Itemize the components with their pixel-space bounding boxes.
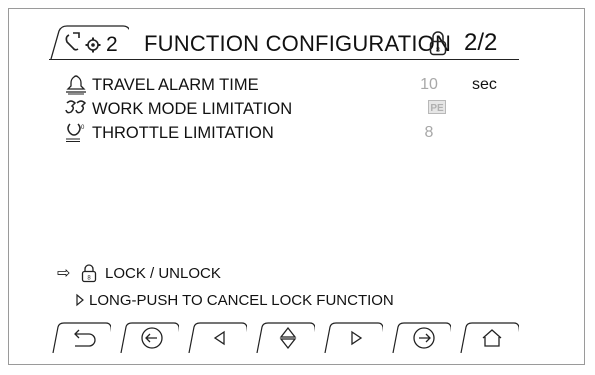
tab-number: 2 — [106, 33, 118, 56]
prev-page-button[interactable] — [119, 321, 179, 353]
travel-alarm-value: 10 — [420, 76, 438, 93]
travel-alarm-icon — [64, 73, 88, 95]
travel-alarm-label: TRAVEL ALARM TIME — [92, 76, 259, 94]
svg-text:8: 8 — [87, 276, 91, 282]
cancel-lock-hint: LONG-PUSH TO CANCEL LOCK FUNCTION — [75, 291, 535, 311]
display-screen: 2 FUNCTION CONFIGURATION 8 2/2 TRAVEL AL… — [8, 8, 585, 365]
cancel-lock-text: LONG-PUSH TO CANCEL LOCK FUNCTION — [89, 292, 394, 309]
home-button[interactable] — [459, 321, 519, 353]
triangle-right-small-icon — [75, 293, 85, 307]
work-mode-label: WORK MODE LIMITATION — [92, 100, 293, 118]
up-down-button[interactable] — [255, 321, 315, 353]
right-button[interactable] — [323, 321, 383, 353]
throttle-icon: 0 — [64, 121, 88, 143]
pe-mode-icon: PE — [428, 100, 446, 114]
travel-alarm-unit: sec — [472, 76, 497, 93]
page-title: FUNCTION CONFIGURATION — [144, 31, 452, 56]
svg-text:0: 0 — [81, 125, 85, 131]
arrow-right-icon: ⇨ — [57, 265, 71, 282]
circle-arrow-right-icon — [413, 327, 435, 349]
triangle-right-icon — [351, 330, 363, 346]
svg-text:PE: PE — [430, 103, 444, 114]
softkey-bar — [51, 321, 531, 359]
lock-unlock-hint: ⇨ 8 LOCK / UNLOCK — [57, 263, 417, 285]
triangle-left-icon — [213, 330, 225, 346]
lock-icon: 8 — [429, 29, 447, 57]
left-button[interactable] — [187, 321, 247, 353]
row-work-mode-limitation[interactable]: WORK MODE LIMITATION PE — [64, 97, 534, 119]
throttle-value: 8 — [424, 124, 434, 141]
back-button[interactable] — [51, 321, 111, 353]
svg-text:8: 8 — [436, 47, 440, 54]
back-icon — [74, 329, 96, 347]
home-icon — [482, 329, 502, 347]
row-throttle-limitation[interactable]: 0 THROTTLE LIMITATION 8 — [64, 121, 534, 143]
up-down-icon — [279, 326, 297, 350]
next-page-button[interactable] — [391, 321, 451, 353]
lock-unlock-text: LOCK / UNLOCK — [105, 265, 221, 282]
lock-icon: 8 — [81, 263, 97, 283]
page-indicator: 2/2 — [464, 29, 498, 56]
row-travel-alarm-time[interactable]: TRAVEL ALARM TIME 10 sec — [64, 73, 534, 95]
header-bar: 2 FUNCTION CONFIGURATION 8 2/2 — [49, 23, 519, 60]
circle-arrow-left-icon — [141, 327, 163, 349]
throttle-label: THROTTLE LIMITATION — [92, 124, 274, 142]
work-mode-icon — [64, 97, 88, 119]
